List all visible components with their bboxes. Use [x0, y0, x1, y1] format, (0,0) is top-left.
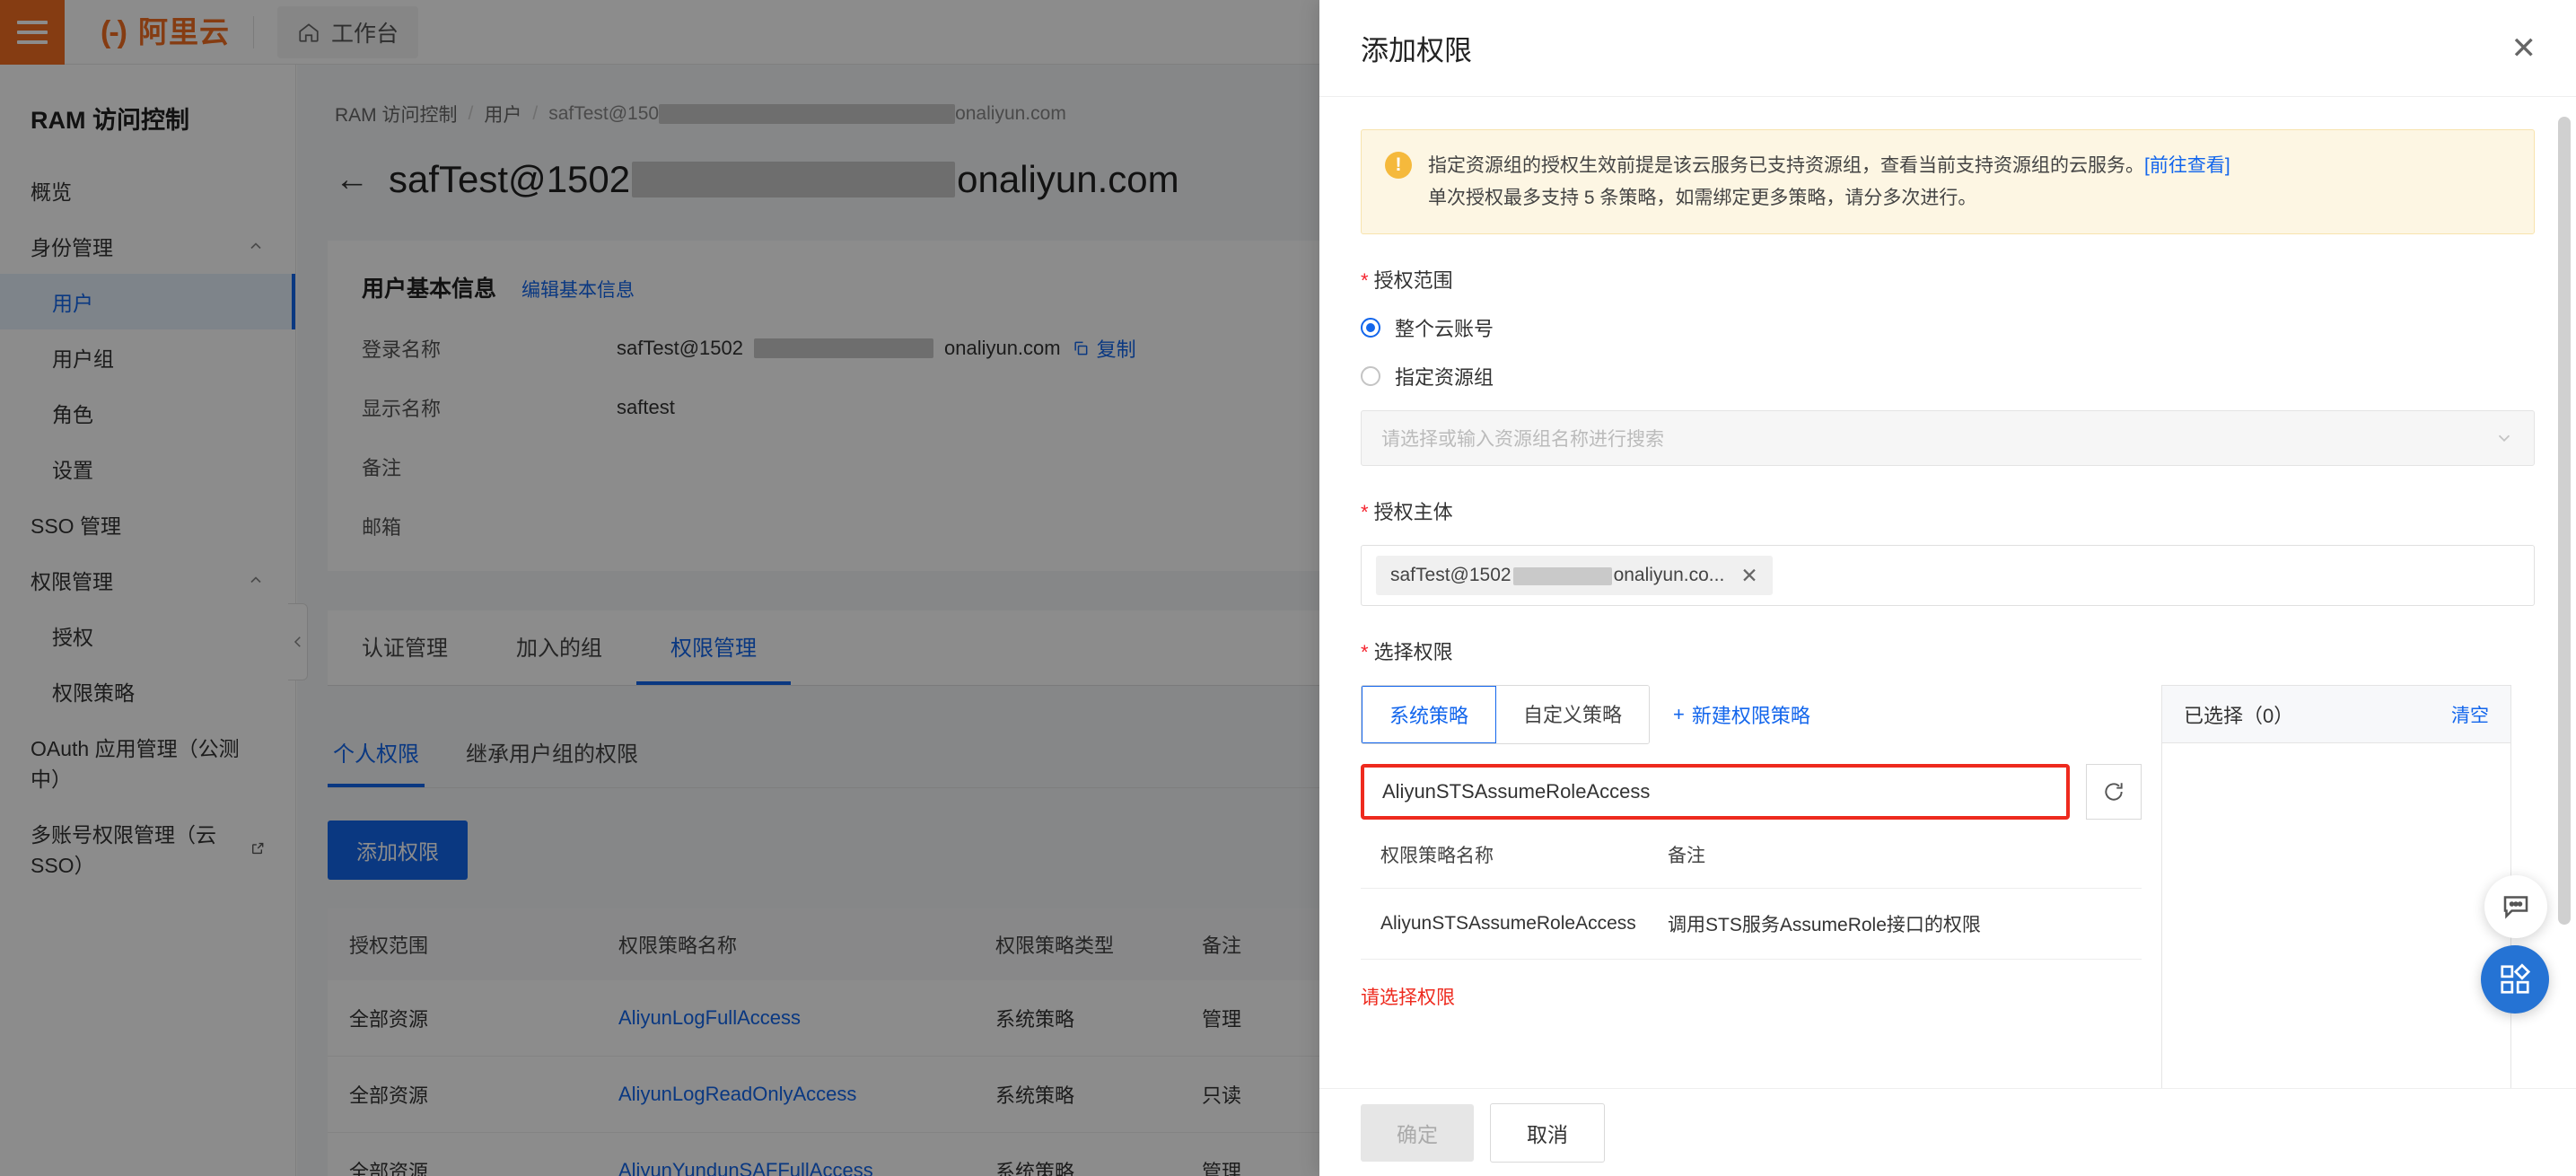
remove-principal-icon[interactable]: ✕: [1740, 565, 1757, 586]
permission-field: * 选择权限 系统策略 自定义策略 + 新建权限策略 AliyunSTSAssu…: [1361, 636, 2535, 1088]
drawer-scrollbar[interactable]: [2558, 117, 2571, 925]
radio-label: 指定资源组: [1395, 366, 1494, 390]
column-header-note: 备注: [1648, 821, 2142, 890]
radio-icon: [1361, 318, 1380, 338]
alert-text: 指定资源组的授权生效前提是该云服务已支持资源组，查看当前支持资源组的云服务。[前…: [1428, 155, 2230, 208]
alert-link[interactable]: [前往查看]: [2144, 155, 2230, 176]
new-policy-label: 新建权限策略: [1691, 705, 1810, 728]
policy-type-tabs: 系统策略 自定义策略: [1361, 685, 1651, 745]
drawer-body: ! 指定资源组的授权生效前提是该云服务已支持资源组，查看当前支持资源组的云服务。…: [1319, 97, 2576, 1088]
apps-grid-icon[interactable]: [2481, 945, 2549, 1014]
policy-search-row: AliyunSTSAssumeRoleAccess: [1361, 764, 2142, 821]
permission-search-pane: 系统策略 自定义策略 + 新建权限策略 AliyunSTSAssumeRoleA…: [1361, 685, 2142, 1088]
plus-icon: +: [1673, 703, 1685, 726]
policy-results-table: 权限策略名称 备注 AliyunSTSAssumeRoleAccess 调用ST…: [1361, 821, 2142, 961]
warning-icon: !: [1385, 152, 1412, 179]
radio-icon: [1361, 366, 1380, 387]
permission-label: * 选择权限: [1361, 641, 1453, 664]
required-marker: *: [1361, 641, 1369, 664]
drawer-header: 添加权限 ✕: [1319, 0, 2576, 97]
confirm-button[interactable]: 确定: [1361, 1103, 1474, 1162]
scope-label: * 授权范围: [1361, 269, 1453, 293]
results-row[interactable]: AliyunSTSAssumeRoleAccess 调用STS服务AssumeR…: [1361, 888, 2142, 961]
permission-error-text: 请选择权限: [1361, 987, 1455, 1009]
selected-count-label: 已选择（0）: [2184, 704, 2294, 727]
radio-resource-group[interactable]: 指定资源组: [1361, 362, 2535, 391]
policy-search-input[interactable]: AliyunSTSAssumeRoleAccess: [1361, 764, 2070, 821]
permission-selector: 系统策略 自定义策略 + 新建权限策略 AliyunSTSAssumeRoleA…: [1361, 685, 2535, 1088]
tab-system-policy[interactable]: 系统策略: [1362, 686, 1498, 744]
new-policy-link[interactable]: + 新建权限策略: [1673, 700, 1810, 729]
tab-custom-policy[interactable]: 自定义策略: [1496, 686, 1650, 744]
scope-field: * 授权范围 整个云账号 指定资源组 请选择或输入资源组名称进行搜索: [1361, 265, 2535, 467]
required-marker: *: [1361, 501, 1369, 524]
redacted-text: [1512, 566, 1612, 585]
results-header-row: 权限策略名称 备注: [1361, 821, 2142, 890]
cell-policy-name: AliyunSTSAssumeRoleAccess: [1361, 888, 1648, 961]
resource-group-select: 请选择或输入资源组名称进行搜索: [1361, 410, 2535, 467]
selected-policies-panel: 已选择（0） 清空: [2161, 685, 2511, 1088]
policy-type-row: 系统策略 自定义策略 + 新建权限策略: [1361, 685, 2142, 745]
selected-panel-header: 已选择（0） 清空: [2162, 686, 2510, 744]
resource-group-placeholder: 请选择或输入资源组名称进行搜索: [1381, 429, 1664, 451]
add-permission-drawer: 添加权限 ✕ ! 指定资源组的授权生效前提是该云服务已支持资源组，查看当前支持资…: [1319, 0, 2576, 1176]
modal-overlay[interactable]: [0, 0, 1319, 1176]
required-marker: *: [1361, 269, 1369, 293]
principal-label: * 授权主体: [1361, 501, 1453, 524]
clear-selection-link[interactable]: 清空: [2451, 701, 2489, 728]
chat-bubble-icon[interactable]: [2484, 875, 2547, 938]
chevron-down-icon: [2498, 434, 2510, 443]
cell-policy-note: 调用STS服务AssumeRole接口的权限: [1648, 888, 2142, 961]
refresh-icon[interactable]: [2086, 764, 2142, 821]
principal-field: * 授权主体 safTest@1502 onaliyun.co... ✕: [1361, 496, 2535, 607]
cancel-button[interactable]: 取消: [1490, 1102, 1605, 1163]
radio-whole-account[interactable]: 整个云账号: [1361, 313, 2535, 342]
apps-grid-glyph: [2501, 963, 2531, 994]
principal-tag-input[interactable]: safTest@1502 onaliyun.co... ✕: [1361, 545, 2535, 607]
radio-label: 整个云账号: [1395, 318, 1494, 341]
close-icon[interactable]: ✕: [2511, 33, 2537, 64]
chat-bubble-glyph: [2503, 896, 2528, 919]
info-alert: ! 指定资源组的授权生效前提是该云服务已支持资源组，查看当前支持资源组的云服务。…: [1361, 129, 2535, 235]
drawer-footer: 确定 取消: [1319, 1088, 2576, 1176]
column-header-policy-name: 权限策略名称: [1361, 821, 1648, 890]
drawer-title: 添加权限: [1361, 35, 1472, 66]
principal-tag: safTest@1502 onaliyun.co... ✕: [1376, 556, 1773, 596]
